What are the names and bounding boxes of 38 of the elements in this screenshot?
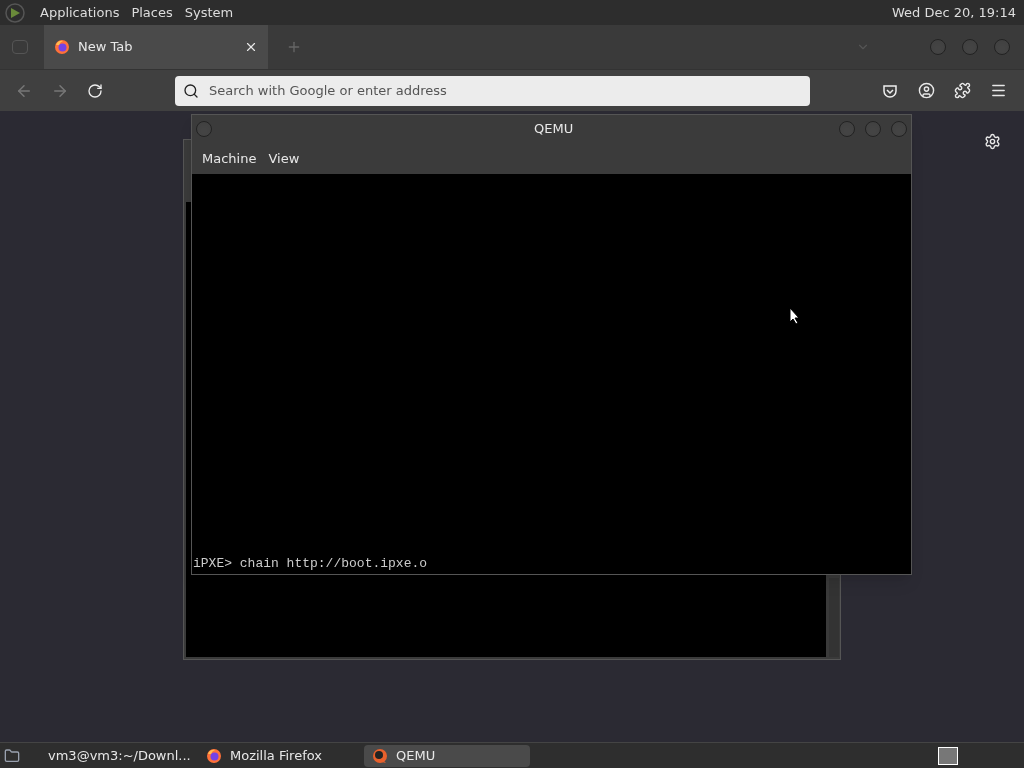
scrollbar[interactable] (829, 578, 839, 657)
menu-icon[interactable] (990, 82, 1007, 99)
firefox-icon (206, 747, 222, 764)
window-control-button[interactable] (962, 39, 978, 55)
window-control-button[interactable] (865, 121, 881, 137)
pocket-icon[interactable] (882, 82, 898, 99)
window-control-button[interactable] (930, 39, 946, 55)
firefox-icon (54, 39, 70, 55)
mouse-pointer-icon (789, 307, 801, 325)
puzzle-icon[interactable] (954, 82, 971, 99)
account-icon[interactable] (918, 82, 935, 99)
close-icon[interactable] (244, 40, 258, 54)
bird-icon (372, 747, 388, 764)
browser-tab[interactable]: New Tab (44, 25, 268, 69)
window-control-button[interactable] (891, 121, 907, 137)
new-tab-icon[interactable] (286, 39, 302, 55)
taskbar-item[interactable]: vm3@vm3:~/Downl... (32, 744, 198, 767)
clock[interactable]: Wed Dec 20, 19:14 (891, 2, 1020, 23)
window-title: QEMU (534, 120, 574, 139)
window-control-button[interactable] (839, 121, 855, 137)
console-line: iPXE> chain http://boot.ipxe.o (192, 554, 429, 573)
panel-menu[interactable]: System (178, 2, 240, 23)
window-control-button[interactable] (196, 121, 212, 137)
workspace-switcher[interactable] (938, 746, 958, 765)
folder-icon[interactable] (4, 747, 20, 764)
taskbar-item[interactable]: QEMU (364, 744, 530, 767)
settings-icon[interactable] (984, 133, 1001, 150)
address-field[interactable]: Search with Google or enter address (175, 75, 810, 106)
taskbar-item[interactable]: Mozilla Firefox (198, 744, 364, 767)
search-icon (183, 82, 199, 99)
reload-icon[interactable] (87, 82, 103, 99)
tab-list-icon[interactable] (12, 40, 28, 54)
menu-item[interactable]: View (262, 148, 306, 169)
panel-menu[interactable]: Places (125, 2, 179, 23)
window-control-button[interactable] (994, 39, 1010, 55)
play-logo-icon (4, 1, 26, 24)
panel-menu[interactable]: Applications (34, 2, 126, 23)
menu-item[interactable]: Machine (196, 148, 263, 169)
